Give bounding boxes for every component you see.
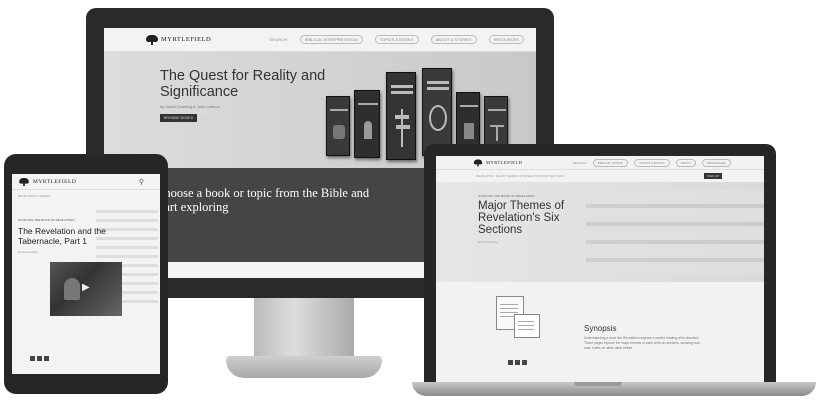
laptop-header: MYRTLEFIELD SEARCH BIBLICAL INTERP. TOPI… xyxy=(436,156,764,170)
tablet-logo-tree-icon xyxy=(19,177,29,186)
desktop-nav-topics[interactable]: TOPICS & BOOKS xyxy=(374,35,419,44)
logo-tree-icon xyxy=(146,34,158,45)
banner-pointer xyxy=(198,254,218,262)
tablet-share-icons[interactable] xyxy=(30,356,49,361)
laptop-notch xyxy=(574,382,622,386)
tablet-video[interactable]: ▶ xyxy=(50,262,122,316)
laptop-screen: MYRTLEFIELD SEARCH BIBLICAL INTERP. TOPI… xyxy=(436,156,764,382)
laptop-lid: MYRTLEFIELD SEARCH BIBLICAL INTERP. TOPI… xyxy=(424,144,776,384)
laptop-breadcrumb[interactable]: REVELATION / MAJOR THEMES OF REVELATION'… xyxy=(476,174,564,178)
tablet-kicker: STUDYING THE BOOK OF REVELATION xyxy=(18,218,75,222)
laptop-nav-search[interactable]: SEARCH xyxy=(572,161,586,165)
desktop-nav-about[interactable]: ABOUT & STORIES xyxy=(430,35,477,44)
laptop-nav-resources[interactable]: RESOURCES xyxy=(701,158,731,167)
video-play-icon[interactable]: ▶ xyxy=(82,282,90,293)
synopsis-heading: Synopsis xyxy=(584,324,617,333)
laptop-meta: David Gooding xyxy=(478,240,498,244)
synopsis-text: Understanding a book like Revelation req… xyxy=(584,336,700,350)
monitor-base xyxy=(226,356,382,378)
hero-arrow-icon: → xyxy=(199,115,205,121)
banner-text: Choose a book or topic from the Bible an… xyxy=(156,186,370,214)
book-cover-1[interactable] xyxy=(326,96,350,156)
tablet-logo[interactable]: MYRTLEFIELD xyxy=(33,179,76,185)
laptop-share-icons[interactable] xyxy=(508,360,527,365)
tablet-title: The Revelation and the Tabernacle, Part … xyxy=(18,226,106,246)
laptop-title: Major Themes of Revelation's Six Section… xyxy=(478,200,565,236)
laptop-badge[interactable]: SIGN UP xyxy=(704,173,723,179)
book-cover-2[interactable] xyxy=(354,90,380,158)
desktop-header: MYRTLEFIELD SEARCH BIBLICAL INTERPRETATI… xyxy=(104,28,536,52)
tablet-device: MYRTLEFIELD ⚲ REVELATION / SERIES STUDYI… xyxy=(4,154,168,394)
tablet-meta: David Gooding xyxy=(18,250,38,254)
monitor-neck xyxy=(254,298,354,358)
tablet-screen: MYRTLEFIELD ⚲ REVELATION / SERIES STUDYI… xyxy=(12,174,160,374)
laptop-nav-interpretation[interactable]: BIBLICAL INTERP. xyxy=(592,158,629,167)
book-cover-3[interactable] xyxy=(386,72,416,160)
hero-title: The Quest for Reality and Significance xyxy=(160,68,326,100)
tablet-breadcrumb[interactable]: REVELATION / SERIES xyxy=(18,194,50,198)
hero-button-row: BROWSE BOOKS → xyxy=(160,114,205,122)
laptop-nav-topics[interactable]: TOPICS & BOOKS xyxy=(634,158,670,167)
hero-byline: by David Gooding & John Lennox xyxy=(160,104,220,109)
laptop-hero: STUDYING THE BOOK OF REVELATION Major Th… xyxy=(436,182,764,282)
laptop-logo[interactable]: MYRTLEFIELD xyxy=(486,160,522,165)
tablet-header: MYRTLEFIELD ⚲ xyxy=(12,174,160,190)
book-cover-4[interactable] xyxy=(422,68,452,156)
desktop-nav-search[interactable]: SEARCH xyxy=(269,37,287,42)
desktop-logo[interactable]: MYRTLEFIELD xyxy=(161,36,211,43)
documents-icon xyxy=(496,296,546,346)
tablet-search-icon[interactable]: ⚲ xyxy=(139,178,144,186)
laptop-logo-tree-icon xyxy=(473,159,483,166)
desktop-nav-resources[interactable]: RESOURCES xyxy=(488,35,524,44)
laptop-ghost-text xyxy=(586,190,764,274)
laptop-kicker: STUDYING THE BOOK OF REVELATION xyxy=(478,194,535,198)
browse-books-button[interactable]: BROWSE BOOKS xyxy=(160,114,197,122)
desktop-nav-interpretation[interactable]: BIBLICAL INTERPRETATION xyxy=(299,35,363,44)
laptop-nav-about[interactable]: ABOUT xyxy=(675,158,696,167)
